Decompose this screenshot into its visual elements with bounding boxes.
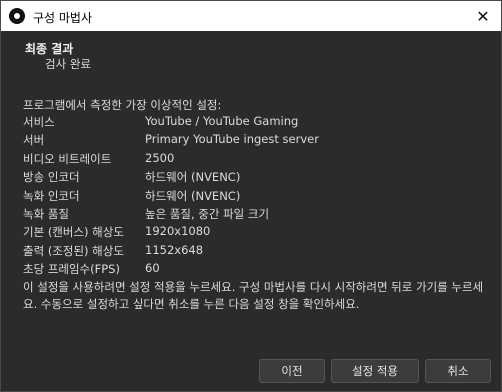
obs-logo-icon bbox=[9, 8, 25, 24]
config-wizard-window: 구성 마법사 ✕ 최종 결과 검사 완료 프로그램에서 측정한 가장 이상적인 … bbox=[0, 0, 502, 392]
previous-button[interactable]: 이전 bbox=[259, 359, 325, 383]
result-row: 출력 (조정된) 해상도 1152x648 bbox=[23, 243, 493, 261]
result-value: 1152x648 bbox=[145, 242, 204, 257]
instructions-note: 이 설정을 사용하려면 설정 적용을 누르세요. 구성 마법사를 다시 시작하려… bbox=[23, 280, 484, 311]
result-value: 하드웨어 (NVENC) bbox=[145, 188, 241, 203]
result-key: 서버 bbox=[23, 133, 45, 148]
page-title: 최종 결과 bbox=[25, 42, 74, 56]
result-key: 초당 프레임수(FPS) bbox=[23, 262, 120, 277]
result-row: 방송 인코더 하드웨어 (NVENC) bbox=[23, 169, 493, 187]
result-value: Primary YouTube ingest server bbox=[145, 132, 319, 147]
result-row: 녹화 인코더 하드웨어 (NVENC) bbox=[23, 188, 493, 206]
cancel-button[interactable]: 취소 bbox=[425, 359, 491, 383]
result-row: 기본 (캔버스) 해상도 1920x1080 bbox=[23, 224, 493, 242]
results-list: 서비스 YouTube / YouTube Gaming 서버 Primary … bbox=[23, 114, 493, 280]
result-value: 1920x1080 bbox=[145, 224, 211, 239]
result-key: 방송 인코더 bbox=[23, 170, 80, 185]
result-row: 초당 프레임수(FPS) 60 bbox=[23, 261, 493, 279]
result-value: 60 bbox=[145, 261, 160, 276]
results-panel: 프로그램에서 측정한 가장 이상적인 설정: 서비스 YouTube / You… bbox=[1, 79, 501, 349]
result-key: 녹화 인코더 bbox=[23, 188, 80, 203]
result-row: 서비스 YouTube / YouTube Gaming bbox=[23, 114, 493, 132]
result-row: 비디오 비트레이트 2500 bbox=[23, 151, 493, 169]
result-key: 서비스 bbox=[23, 115, 55, 129]
page-subtitle: 검사 완료 bbox=[45, 57, 91, 71]
wizard-header: 최종 결과 검사 완료 bbox=[1, 31, 501, 79]
title-bar: 구성 마법사 ✕ bbox=[1, 1, 501, 31]
result-key: 기본 (캔버스) 해상도 bbox=[23, 225, 124, 240]
result-row: 녹화 품질 높은 품질, 중간 파일 크기 bbox=[23, 206, 493, 224]
result-key: 녹화 품질 bbox=[23, 206, 69, 221]
results-intro: 프로그램에서 측정한 가장 이상적인 설정: bbox=[23, 98, 222, 112]
result-value: 2500 bbox=[145, 150, 175, 165]
result-key: 비디오 비트레이트 bbox=[23, 151, 112, 166]
result-row: 서버 Primary YouTube ingest server bbox=[23, 132, 493, 150]
result-value: 높은 품질, 중간 파일 크기 bbox=[145, 206, 270, 221]
result-value: 하드웨어 (NVENC) bbox=[145, 170, 241, 185]
apply-settings-button[interactable]: 설정 적용 bbox=[331, 359, 419, 383]
button-bar: 이전 설정 적용 취소 bbox=[1, 353, 501, 392]
close-icon[interactable]: ✕ bbox=[465, 1, 501, 31]
result-value: YouTube / YouTube Gaming bbox=[145, 114, 299, 128]
result-key: 출력 (조정된) 해상도 bbox=[23, 243, 124, 258]
window-title: 구성 마법사 bbox=[33, 11, 93, 25]
